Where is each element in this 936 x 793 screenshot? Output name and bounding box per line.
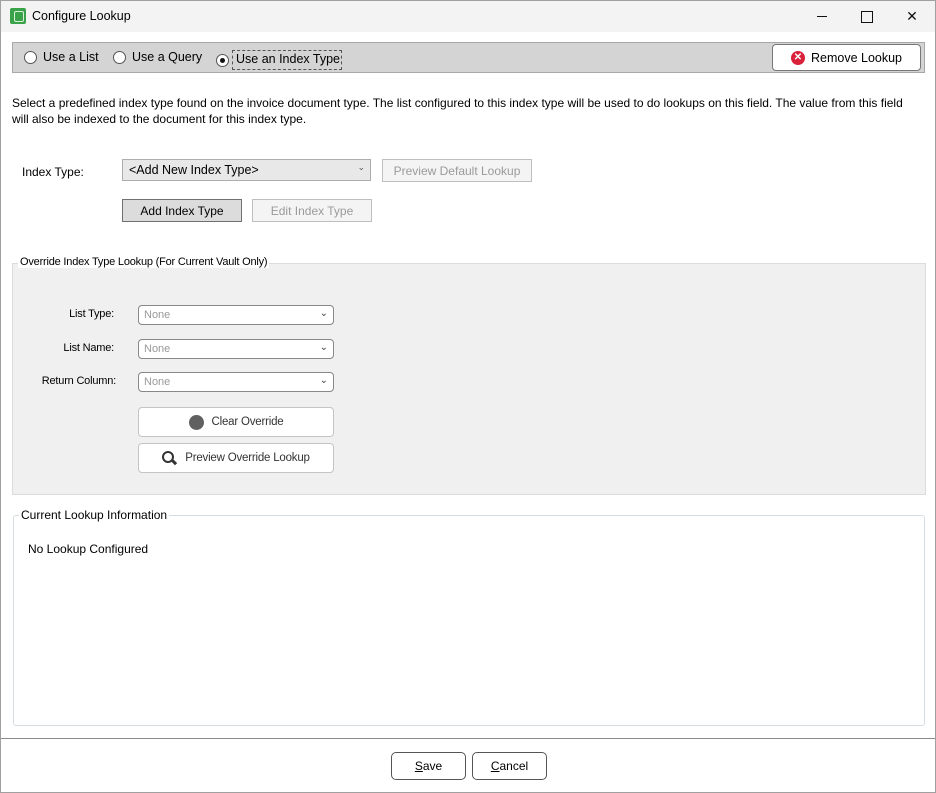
preview-override-label: Preview Override Lookup — [185, 452, 310, 464]
cancel-button[interactable]: Cancel — [472, 752, 547, 780]
chevron-down-icon: ⌄ — [319, 308, 328, 319]
return-column-value: None — [144, 376, 171, 388]
list-name-value: None — [144, 343, 171, 355]
radio-label: Use a List — [43, 50, 99, 64]
current-lookup-info-title: Current Lookup Information — [19, 508, 170, 522]
cancel-label: ancel — [499, 759, 529, 773]
chevron-down-icon: ⌄ — [319, 375, 328, 386]
circle-icon — [188, 414, 204, 430]
list-type-value: None — [144, 309, 171, 321]
radio-use-an-index-type[interactable]: Use an Index Type — [216, 50, 343, 70]
save-button[interactable]: Save — [391, 752, 466, 780]
radio-label: Use a Query — [132, 50, 203, 64]
minimize-icon — [817, 16, 827, 17]
maximize-icon — [861, 10, 873, 23]
title-bar: Configure Lookup ✕ — [1, 1, 935, 32]
description-text: Select a predefined index type found on … — [12, 96, 903, 126]
add-index-type-button[interactable]: Add Index Type — [122, 199, 242, 222]
radio-circle-icon — [113, 50, 126, 64]
index-type-value: <Add New Index Type> — [129, 163, 259, 177]
list-name-dropdown[interactable]: None ⌄ — [138, 339, 334, 359]
save-mnemonic: S — [414, 759, 423, 773]
close-button[interactable]: ✕ — [889, 1, 935, 32]
override-group-title: Override Index Type Lookup (For Current … — [18, 256, 270, 268]
search-icon — [162, 450, 177, 466]
clear-override-label: Clear Override — [211, 416, 284, 428]
footer-divider — [1, 738, 935, 739]
preview-override-lookup-button[interactable]: Preview Override Lookup — [138, 443, 334, 473]
current-lookup-info-text: No Lookup Configured — [28, 542, 149, 556]
index-type-dropdown[interactable]: <Add New Index Type> ⌄ — [122, 159, 371, 181]
remove-lookup-label: Remove Lookup — [810, 50, 903, 65]
radio-circle-icon — [24, 50, 37, 64]
current-lookup-info-group — [13, 515, 925, 726]
index-type-label: Index Type: — [22, 165, 84, 179]
remove-lookup-button[interactable]: ✕ Remove Lookup — [772, 44, 921, 71]
chevron-down-icon: ⌄ — [319, 342, 328, 353]
lookup-mode-bar: Use a List Use a Query Use an Index Type… — [12, 42, 925, 73]
save-label: ave — [422, 759, 443, 773]
radio-selected-icon — [216, 53, 229, 67]
minimize-button[interactable] — [799, 1, 845, 32]
return-column-dropdown[interactable]: None ⌄ — [138, 372, 334, 392]
window-title: Configure Lookup — [32, 9, 131, 23]
list-type-label: List Type: — [69, 308, 114, 320]
configure-lookup-window: Configure Lookup ✕ Use a List Use a Quer… — [0, 0, 936, 793]
cancel-mnemonic: C — [490, 759, 500, 773]
radio-use-a-query[interactable]: Use a Query — [113, 50, 202, 64]
maximize-button[interactable] — [844, 1, 890, 32]
edit-index-type-button[interactable]: Edit Index Type — [252, 199, 372, 222]
close-icon: ✕ — [906, 8, 918, 24]
remove-icon: ✕ — [790, 50, 805, 65]
radio-use-a-list[interactable]: Use a List — [24, 50, 99, 64]
chevron-down-icon: ⌄ — [357, 162, 365, 172]
vault-app-icon — [10, 8, 26, 24]
radio-label: Use an Index Type — [232, 50, 343, 70]
clear-override-button[interactable]: Clear Override — [138, 407, 334, 437]
return-column-label: Return Column: — [41, 375, 116, 387]
list-type-dropdown[interactable]: None ⌄ — [138, 305, 334, 325]
list-name-label: List Name: — [63, 342, 114, 354]
preview-default-lookup-button[interactable]: Preview Default Lookup — [382, 159, 532, 182]
